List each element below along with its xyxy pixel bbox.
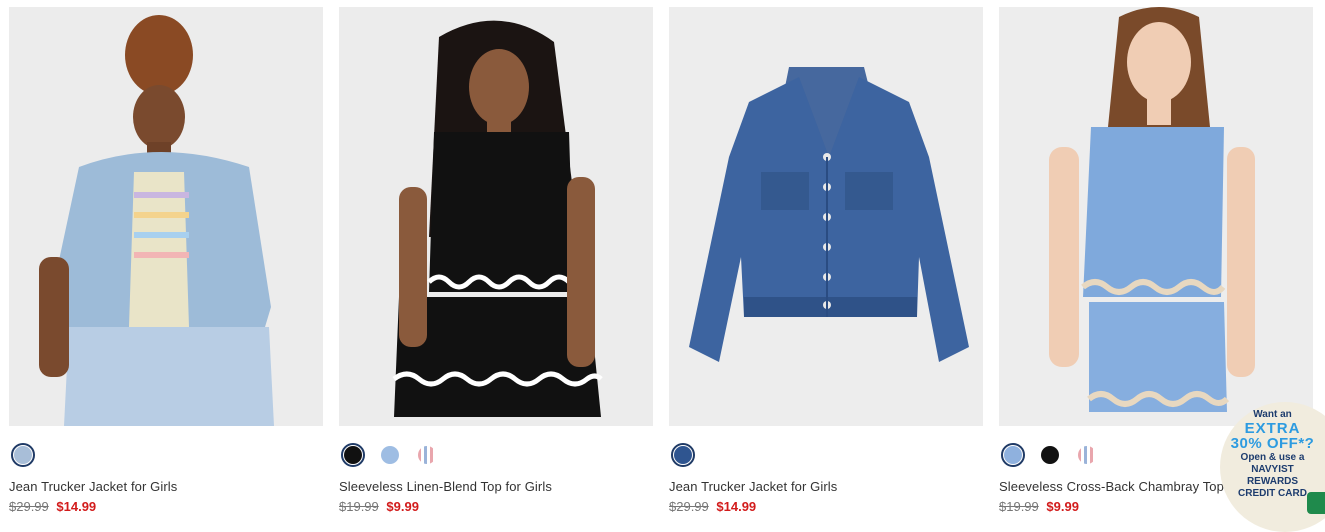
color-swatch[interactable]	[341, 443, 365, 467]
color-swatch[interactable]	[1075, 443, 1099, 467]
sale-price: $9.99	[386, 499, 419, 514]
promo-line: Open & use a	[1240, 452, 1305, 463]
product-name[interactable]: Jean Trucker Jacket for Girls	[9, 479, 323, 494]
product-card[interactable]: Sleeveless Linen-Blend Top for Girls $19…	[339, 7, 653, 514]
color-swatch[interactable]	[1001, 443, 1025, 467]
color-swatch[interactable]	[1038, 443, 1062, 467]
product-photo	[669, 7, 983, 426]
sale-price: $9.99	[1046, 499, 1079, 514]
sale-price: $14.99	[56, 499, 97, 514]
price-row: $19.99 $9.99	[339, 499, 653, 514]
original-price: $19.99	[999, 499, 1039, 514]
product-image[interactable]	[339, 7, 653, 426]
price-row: $29.99 $14.99	[9, 499, 323, 514]
color-swatches	[339, 439, 653, 471]
price-row: $29.99 $14.99	[669, 499, 983, 514]
original-price: $29.99	[669, 499, 709, 514]
chat-widget-icon[interactable]	[1307, 492, 1325, 514]
color-swatch[interactable]	[415, 443, 439, 467]
original-price: $19.99	[339, 499, 379, 514]
sale-price: $14.99	[716, 499, 757, 514]
product-image[interactable]	[999, 7, 1313, 426]
product-card[interactable]: Jean Trucker Jacket for Girls $29.99 $14…	[669, 7, 983, 514]
product-card[interactable]: Jean Trucker Jacket for Girls $29.99 $14…	[9, 7, 323, 514]
color-swatches	[669, 439, 983, 471]
promo-line: NAVYIST	[1251, 464, 1294, 475]
color-swatch[interactable]	[11, 443, 35, 467]
product-image[interactable]	[9, 7, 323, 426]
color-swatch[interactable]	[671, 443, 695, 467]
color-swatch[interactable]	[378, 443, 402, 467]
product-photo	[999, 7, 1313, 426]
product-name[interactable]: Jean Trucker Jacket for Girls	[669, 479, 983, 494]
promo-line: REWARDS	[1246, 476, 1299, 487]
product-photo	[9, 7, 323, 426]
product-photo	[339, 7, 653, 426]
promo-line: Want an	[1253, 409, 1292, 420]
promo-line: 30% OFF*?	[1230, 435, 1315, 452]
original-price: $29.99	[9, 499, 49, 514]
product-image[interactable]	[669, 7, 983, 426]
product-grid: Jean Trucker Jacket for Girls $29.99 $14…	[9, 7, 1313, 514]
product-name[interactable]: Sleeveless Linen-Blend Top for Girls	[339, 479, 653, 494]
color-swatches	[9, 439, 323, 471]
